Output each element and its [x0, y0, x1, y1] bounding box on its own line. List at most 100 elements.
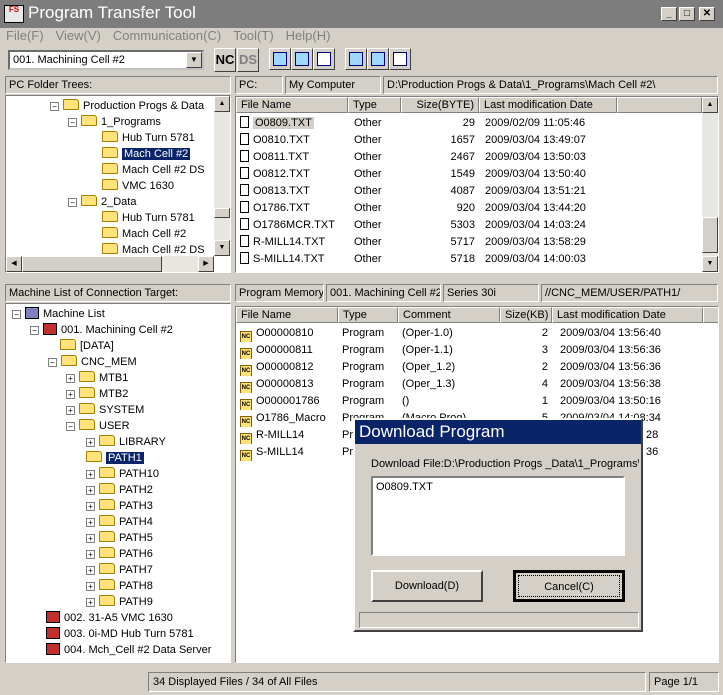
- tree-node[interactable]: + PATH3: [86, 498, 153, 514]
- detail-view-button-2[interactable]: [389, 48, 411, 70]
- file-name-cell[interactable]: NC O00000811: [240, 342, 338, 359]
- close-button[interactable]: ✕: [699, 7, 715, 21]
- tree-node[interactable]: − 001. Machining Cell #2: [30, 322, 173, 338]
- pc-file-list[interactable]: File Name Type Size(BYTE) Last modificat…: [235, 96, 719, 273]
- tree-node[interactable]: −1_Programs: [68, 114, 161, 130]
- menu-view[interactable]: View(V): [50, 28, 107, 44]
- comment-cell[interactable]: (Oper_1.3): [402, 376, 500, 393]
- menu-tool[interactable]: Tool(T): [227, 28, 279, 44]
- tree-node-selected[interactable]: PATH1: [86, 450, 144, 466]
- tree-node[interactable]: − CNC_MEM: [48, 354, 137, 370]
- file-name-cell[interactable]: O1786.TXT: [240, 200, 348, 217]
- date-cell[interactable]: 2009/03/04 13:56:38: [560, 376, 702, 393]
- tree-node[interactable]: + PATH2: [86, 482, 153, 498]
- file-name-cell[interactable]: O1786MCR.TXT: [240, 217, 348, 234]
- type-cell[interactable]: Other: [354, 217, 404, 234]
- file-name-cell[interactable]: R-MILL14.TXT: [240, 234, 348, 251]
- size-cell[interactable]: 2: [500, 359, 548, 376]
- size-cell[interactable]: 5717: [401, 234, 475, 251]
- detail-view-button[interactable]: [313, 48, 335, 70]
- tree-node[interactable]: + SYSTEM: [66, 402, 144, 418]
- machine-select[interactable]: 001. Machining Cell #2 ▼: [8, 50, 204, 70]
- tree-node[interactable]: − USER: [66, 418, 130, 434]
- type-cell[interactable]: Other: [354, 115, 404, 132]
- file-name-cell[interactable]: O0812.TXT: [240, 166, 348, 183]
- tree-node[interactable]: −2_Data: [68, 194, 136, 210]
- scroll-down-icon[interactable]: ▼: [702, 256, 718, 272]
- pc-folder-tree[interactable]: − Production Progs & Data −1_Programs Hub…: [5, 95, 231, 273]
- date-cell[interactable]: 36: [646, 444, 718, 461]
- scroll-up-icon[interactable]: ▲: [702, 97, 718, 113]
- type-cell[interactable]: Other: [354, 234, 404, 251]
- date-cell[interactable]: 2009/03/04 13:50:40: [485, 166, 615, 183]
- size-cell[interactable]: 5303: [401, 217, 475, 234]
- list-view-button[interactable]: [291, 48, 313, 70]
- date-cell[interactable]: 2009/02/09 11:05:46: [485, 115, 615, 132]
- expand-icon[interactable]: +: [86, 518, 95, 527]
- collapse-icon[interactable]: −: [30, 326, 39, 335]
- file-name-cell[interactable]: NC O1786_Macro: [240, 410, 338, 427]
- col-file-name[interactable]: File Name: [236, 97, 348, 113]
- tree-node[interactable]: + PATH7: [86, 562, 153, 578]
- tree-node[interactable]: 004. Mch_Cell #2 Data Server: [46, 642, 211, 658]
- menu-communication[interactable]: Communication(C): [107, 28, 227, 44]
- tree-node[interactable]: Hub Turn 5781: [102, 130, 195, 146]
- expand-icon[interactable]: +: [86, 502, 95, 511]
- type-cell[interactable]: Other: [354, 183, 404, 200]
- comment-cell[interactable]: (Oper_1.2): [402, 359, 500, 376]
- tree-node[interactable]: + PATH6: [86, 546, 153, 562]
- tree-node[interactable]: + MTB2: [66, 386, 128, 402]
- col-file-name[interactable]: File Name: [236, 307, 338, 323]
- date-cell[interactable]: 2009/03/04 13:56:40: [560, 325, 702, 342]
- expand-icon[interactable]: +: [66, 406, 75, 415]
- tree-node[interactable]: + PATH9: [86, 594, 153, 610]
- scroll-left-icon[interactable]: ◀: [6, 256, 22, 272]
- size-cell[interactable]: 29: [401, 115, 475, 132]
- tree-node[interactable]: Mach Cell #2: [102, 226, 186, 242]
- tree-node[interactable]: + PATH10: [86, 466, 159, 482]
- large-icons-button[interactable]: [269, 48, 291, 70]
- tree-node[interactable]: 002. 31-A5 VMC 1630: [46, 610, 173, 626]
- collapse-icon[interactable]: −: [48, 358, 57, 367]
- scroll-right-icon[interactable]: ▶: [198, 256, 214, 272]
- comment-cell[interactable]: (): [402, 393, 500, 410]
- type-cell[interactable]: Other: [354, 251, 404, 268]
- large-icons-button-2[interactable]: [345, 48, 367, 70]
- tree-node-selected[interactable]: Mach Cell #2: [102, 146, 191, 162]
- col-date[interactable]: Last modification Date: [479, 97, 617, 113]
- size-cell[interactable]: 1549: [401, 166, 475, 183]
- pc-file-vscrollbar[interactable]: ▲ ▼: [702, 97, 718, 272]
- col-comment[interactable]: Comment: [398, 307, 500, 323]
- scroll-thumb[interactable]: [702, 217, 718, 253]
- date-cell[interactable]: 2009/03/04 13:56:36: [560, 342, 702, 359]
- date-cell[interactable]: 2009/03/04 13:50:16: [560, 393, 702, 410]
- col-type[interactable]: Type: [338, 307, 398, 323]
- file-name-cell[interactable]: NC S-MILL14: [240, 444, 338, 461]
- tree-node[interactable]: + PATH8: [86, 578, 153, 594]
- pc-tree-vscrollbar[interactable]: ▲ ▼: [214, 96, 230, 256]
- minimize-button[interactable]: _: [661, 7, 677, 21]
- scroll-thumb[interactable]: [214, 208, 230, 218]
- tree-node[interactable]: + PATH5: [86, 530, 153, 546]
- date-cell[interactable]: 2009/03/04 13:49:07: [485, 132, 615, 149]
- cancel-button[interactable]: Cancel(C): [513, 570, 625, 602]
- tree-node[interactable]: + LIBRARY: [86, 434, 166, 450]
- expand-icon[interactable]: +: [86, 438, 95, 447]
- tree-node[interactable]: Hub Turn 5781: [102, 210, 195, 226]
- size-cell[interactable]: 2467: [401, 149, 475, 166]
- size-cell[interactable]: 2: [500, 325, 548, 342]
- date-cell[interactable]: 2009/03/04 13:56:36: [560, 359, 702, 376]
- size-cell[interactable]: 4: [500, 376, 548, 393]
- expand-icon[interactable]: +: [86, 486, 95, 495]
- type-cell[interactable]: Other: [354, 200, 404, 217]
- machine-tree[interactable]: − Machine List −001. Machining Cell #2 [DAT…: [5, 303, 231, 663]
- menu-file[interactable]: File(F): [0, 28, 50, 44]
- tree-node[interactable]: + PATH4: [86, 514, 153, 530]
- file-name-cell[interactable]: NC O00000812: [240, 359, 338, 376]
- file-name-cell[interactable]: S-MILL14.TXT: [240, 251, 348, 268]
- type-cell[interactable]: Program: [342, 376, 398, 393]
- col-date[interactable]: Last modification Date: [552, 307, 703, 323]
- tree-node[interactable]: − Production Progs & Data: [50, 98, 204, 114]
- type-cell[interactable]: Program: [342, 359, 398, 376]
- download-file-entry[interactable]: O0809.TXT: [376, 481, 433, 493]
